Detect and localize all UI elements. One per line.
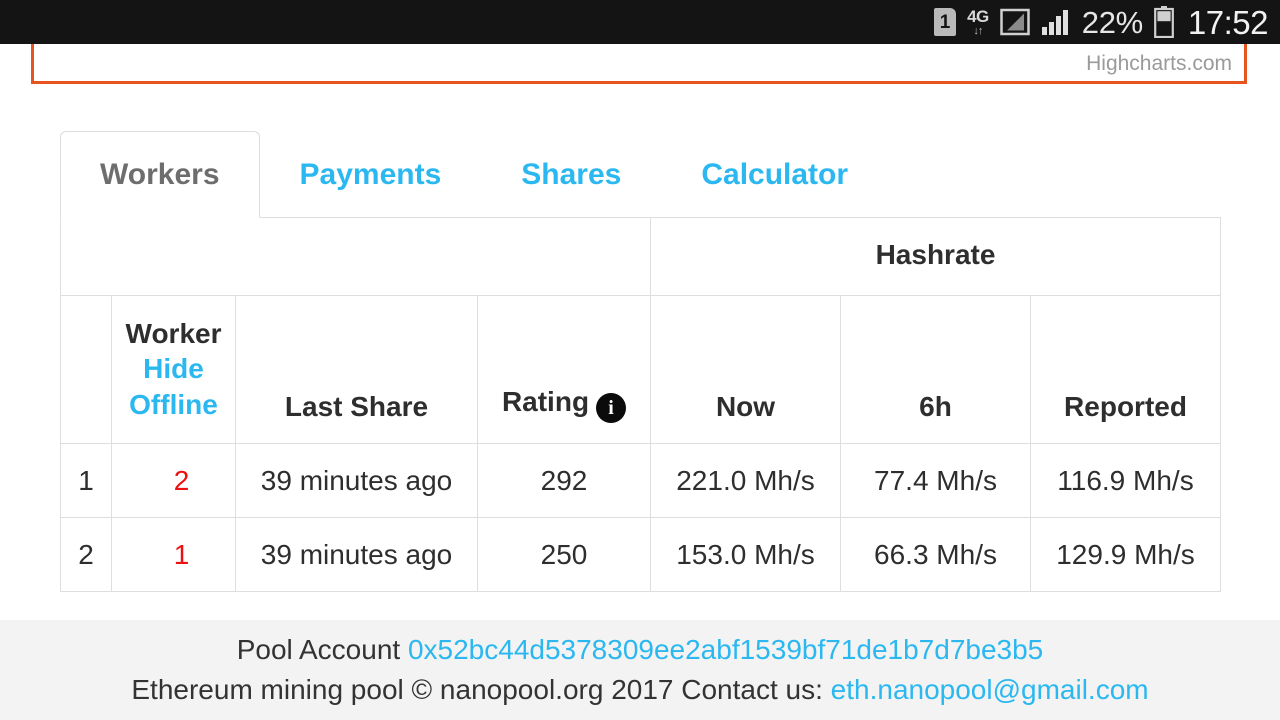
signal-bars-icon: [1041, 10, 1068, 35]
info-icon[interactable]: i: [596, 393, 627, 423]
col-header-worker: Worker Hide Offline: [111, 295, 236, 444]
network-4g-icon: 4G ↓↑: [967, 8, 989, 37]
hashrate-chart-container: Highcharts.com: [31, 44, 1247, 84]
tab-payments-label: Payments: [299, 157, 442, 191]
cell-index: 2: [60, 517, 112, 592]
cell-6h: 66.3 Mh/s: [840, 517, 1031, 592]
tab-workers-label: Workers: [100, 157, 220, 191]
tab-calculator[interactable]: Calculator: [661, 131, 888, 218]
cell-now: 221.0 Mh/s: [650, 443, 841, 518]
tab-shares[interactable]: Shares: [481, 131, 661, 218]
battery-percent-label: 22%: [1081, 4, 1143, 40]
tab-payments[interactable]: Payments: [260, 131, 482, 218]
battery-icon: [1154, 6, 1174, 38]
android-status-bar: 1 4G ↓↑ 22% 17:52: [0, 0, 1280, 44]
pool-account-line: Pool Account 0x52bc44d5378309ee2abf1539b…: [237, 634, 1044, 666]
phone-screen: 1 4G ↓↑ 22% 17:52 Highcharts.com Workers…: [0, 0, 1280, 720]
col-header-worker-title: Worker: [125, 317, 222, 349]
copyright-label: Ethereum mining pool © nanopool.org 2017…: [131, 674, 823, 705]
tab-shares-label: Shares: [521, 157, 622, 191]
pool-account-label: Pool Account: [236, 633, 401, 665]
cell-index: 1: [60, 443, 112, 518]
table-group-header-row: Hashrate: [60, 217, 1221, 296]
page-footer: Pool Account 0x52bc44d5378309ee2abf1539b…: [0, 620, 1280, 720]
tab-calculator-label: Calculator: [701, 157, 849, 191]
network-type-label: 4G: [967, 6, 989, 26]
cell-last-share: 39 minutes ago: [235, 443, 478, 518]
signal-bars-muted-icon: [1000, 8, 1030, 36]
cell-rating: 250: [477, 517, 651, 592]
cell-6h: 77.4 Mh/s: [840, 443, 1031, 518]
table-column-header-row: Worker Hide Offline Last Share Rating i N…: [60, 295, 1221, 444]
table-row[interactable]: 2 1 39 minutes ago 250 153.0 Mh/s 66.3 M…: [60, 517, 1221, 592]
cell-rating: 292: [477, 443, 651, 518]
highcharts-credit[interactable]: Highcharts.com: [1086, 52, 1232, 76]
table-row[interactable]: 1 2 39 minutes ago 292 221.0 Mh/s 77.4 M…: [60, 443, 1221, 518]
cell-reported: 129.9 Mh/s: [1030, 517, 1221, 592]
contact-email-link[interactable]: eth.nanopool@gmail.com: [831, 674, 1149, 705]
col-header-index: [60, 295, 112, 444]
sim-card-label: 1: [939, 11, 951, 33]
col-header-rating: Rating i: [477, 295, 651, 444]
cell-now: 153.0 Mh/s: [650, 517, 841, 592]
cell-worker[interactable]: 1: [111, 517, 236, 592]
cell-worker[interactable]: 2: [111, 443, 236, 518]
col-header-reported: Reported: [1030, 295, 1221, 444]
cell-reported: 116.9 Mh/s: [1030, 443, 1221, 518]
col-header-last-share: Last Share: [235, 295, 478, 444]
sim-card-icon: 1: [934, 8, 957, 36]
col-header-6h: 6h: [840, 295, 1031, 444]
group-header-hashrate: Hashrate: [650, 217, 1221, 296]
tab-workers[interactable]: Workers: [60, 131, 260, 218]
workers-table: Hashrate Worker Hide Offline Last Share …: [60, 217, 1221, 592]
workers-table-head: Hashrate Worker Hide Offline Last Share …: [60, 217, 1221, 444]
group-header-blank: [60, 217, 651, 296]
status-clock: 17:52: [1187, 3, 1269, 41]
col-header-now: Now: [650, 295, 841, 444]
copyright-line: Ethereum mining pool © nanopool.org 2017…: [131, 674, 1148, 706]
pool-account-address-link[interactable]: 0x52bc44d5378309ee2abf1539bf71de1b7d7be3…: [408, 634, 1043, 665]
workers-table-body: 1 2 39 minutes ago 292 221.0 Mh/s 77.4 M…: [60, 443, 1221, 592]
cell-last-share: 39 minutes ago: [235, 517, 478, 592]
hide-offline-link-line1[interactable]: Hide: [112, 351, 235, 387]
hide-offline-link-line2[interactable]: Offline: [112, 387, 235, 423]
col-header-rating-label: Rating: [501, 385, 590, 417]
tab-bar: Workers Payments Shares Calculator: [60, 131, 1220, 218]
network-arrows-label: ↓↑: [973, 24, 983, 37]
